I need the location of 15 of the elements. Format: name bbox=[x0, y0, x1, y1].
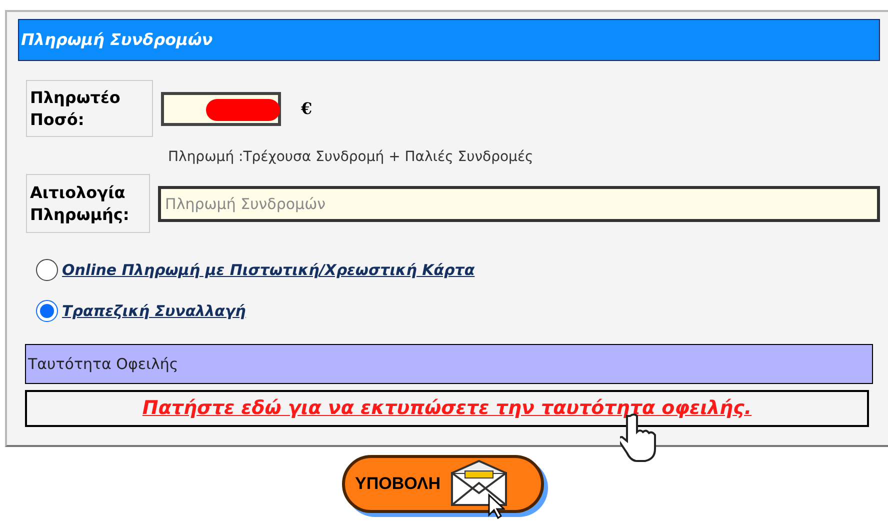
section-title: Πληρωμή Συνδρομών bbox=[21, 29, 213, 51]
currency-symbol: € bbox=[301, 98, 312, 120]
print-debt-id-link[interactable]: Πατήστε εδώ για να εκτυπώσετε την ταυτότητα οφειλής. bbox=[142, 394, 752, 423]
reason-label: Αιτιολογία Πληρωμής: bbox=[26, 174, 150, 233]
debt-id-title: Ταυτότητα Οφειλής bbox=[28, 354, 178, 375]
reason-field[interactable]: Πληρωμή Συνδρομών bbox=[158, 186, 880, 222]
radio-button[interactable] bbox=[36, 300, 58, 322]
amount-field[interactable] bbox=[161, 92, 281, 126]
payment-method-link[interactable]: Τραπεζική Συναλλαγή bbox=[62, 300, 246, 322]
payment-method-link[interactable]: Online Πληρωμή με Πιστωτική/Χρεωστική Κάρτα bbox=[62, 259, 475, 282]
envelope-icon bbox=[448, 459, 508, 509]
amount-note: Πληρωμή :Τρέχουσα Συνδρομή + Παλιές Συνδρομές bbox=[168, 148, 534, 166]
pointer-cursor-icon bbox=[487, 493, 505, 519]
amount-label: Πληρωτέο Ποσό: bbox=[26, 80, 153, 137]
radio-button[interactable] bbox=[36, 259, 58, 282]
